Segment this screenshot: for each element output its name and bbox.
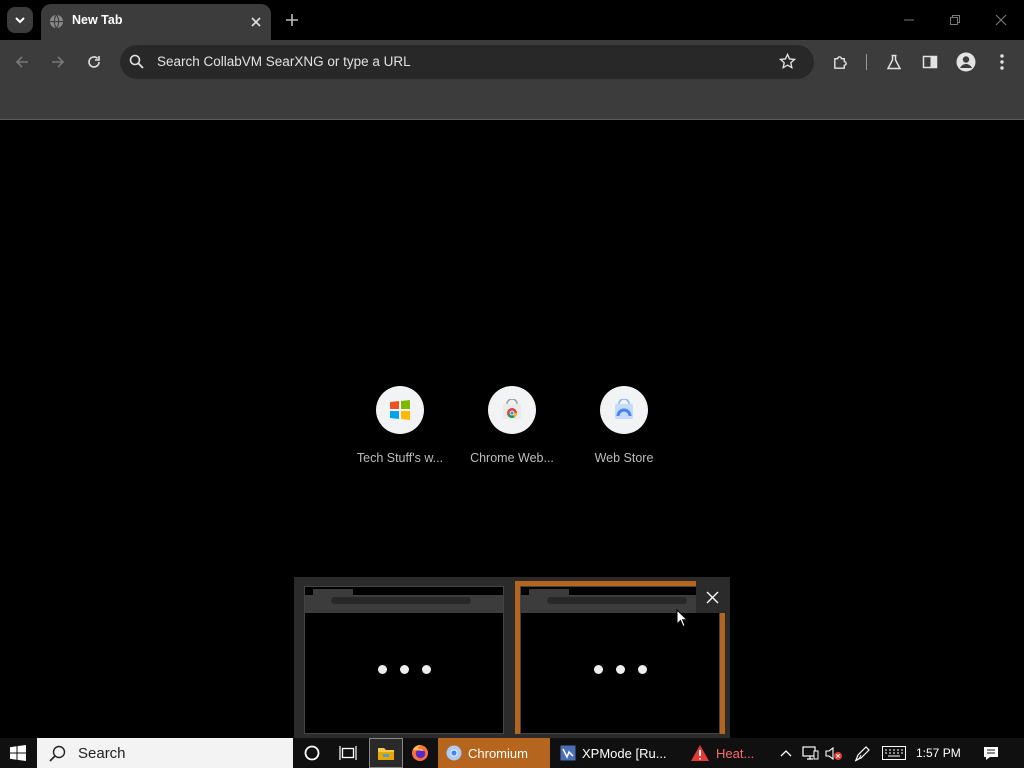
thumbnail-preview xyxy=(304,586,504,734)
side-panel-icon xyxy=(922,55,938,69)
tab-title: New Tab xyxy=(72,13,123,27)
touch-keyboard-button[interactable] xyxy=(881,744,907,762)
back-arrow-icon xyxy=(15,56,28,68)
tab-search-button[interactable] xyxy=(7,7,33,33)
close-icon xyxy=(995,14,1007,26)
shortcut-tile xyxy=(488,386,536,434)
taskbar-app-label: Chromium xyxy=(468,745,528,761)
taskbar-clock[interactable]: 1:57 PM xyxy=(916,746,961,760)
star-icon[interactable] xyxy=(779,53,796,70)
taskbar-thumbnail-popup xyxy=(294,577,730,738)
bookmarks-bar xyxy=(0,84,1024,120)
chevron-down-icon xyxy=(15,17,25,24)
taskbar-search-box[interactable]: Search xyxy=(37,738,293,768)
reload-button[interactable] xyxy=(81,49,107,75)
notification-icon xyxy=(984,746,998,760)
puzzle-icon xyxy=(833,55,847,69)
folder-icon xyxy=(378,747,394,760)
firefox-button[interactable] xyxy=(405,738,435,768)
flask-icon xyxy=(886,54,902,70)
globe-icon xyxy=(49,14,64,29)
mouse-cursor-icon xyxy=(676,609,688,628)
minimize-icon xyxy=(904,19,914,21)
omnibox[interactable]: Search CollabVM SearXNG or type a URL xyxy=(120,45,814,79)
back-button[interactable] xyxy=(9,49,35,75)
web-store-icon xyxy=(615,399,633,419)
chrome-web-store-icon xyxy=(503,399,521,419)
shortcut-tile xyxy=(600,386,648,434)
tab-new-tab[interactable]: New Tab xyxy=(41,4,271,40)
task-view-icon xyxy=(339,746,357,760)
shortcut-label: Web Store xyxy=(594,451,654,465)
pen-icon xyxy=(854,745,870,761)
taskbar-app-heat[interactable]: Heat... xyxy=(682,738,770,768)
volume-tray-button[interactable] xyxy=(825,744,843,762)
search-icon xyxy=(129,54,144,69)
thumbnail-close-button[interactable] xyxy=(696,581,728,613)
start-button[interactable] xyxy=(0,738,36,768)
reload-icon xyxy=(88,56,100,68)
window-thumbnail[interactable] xyxy=(299,581,509,734)
taskbar-app-xpmode[interactable]: XPMode [Ru... xyxy=(552,738,670,768)
windows-taskbar: Search Chromium XPMode [Ru... Heat... 1:… xyxy=(0,738,1024,768)
chevron-up-icon xyxy=(780,750,792,757)
pen-tray-button[interactable] xyxy=(853,744,871,762)
network-icon xyxy=(801,745,818,760)
windows-start-icon xyxy=(10,745,26,761)
file-explorer-button[interactable] xyxy=(369,738,403,768)
task-view-button[interactable] xyxy=(333,738,363,768)
forward-button[interactable] xyxy=(45,49,71,75)
new-tab-button[interactable] xyxy=(281,9,303,31)
cortana-circle-icon xyxy=(304,745,320,761)
firefox-icon xyxy=(412,745,428,761)
toolbar-separator xyxy=(866,54,867,70)
taskbar-app-chromium[interactable]: Chromium xyxy=(438,738,550,768)
forward-arrow-icon xyxy=(52,56,65,68)
volume-muted-icon xyxy=(825,746,842,760)
window-close-button[interactable] xyxy=(987,6,1015,34)
keyboard-icon xyxy=(882,746,906,760)
action-center-button[interactable] xyxy=(982,744,1000,762)
warning-icon xyxy=(691,745,709,761)
shortcut-web-store[interactable]: Web Store xyxy=(568,386,680,476)
xpmode-icon xyxy=(560,745,576,761)
chromium-icon xyxy=(446,745,462,761)
shortcut-chrome-web-store[interactable]: Chrome Web... xyxy=(456,386,568,476)
browser-toolbar: Search CollabVM SearXNG or type a URL xyxy=(0,40,1024,84)
kebab-menu-icon xyxy=(1000,54,1004,70)
shortcut-label: Tech Stuff's w... xyxy=(356,451,444,465)
shortcut-label: Chrome Web... xyxy=(470,451,554,465)
thumbnail-preview xyxy=(520,586,720,734)
side-panel-button[interactable] xyxy=(917,49,943,75)
minimize-button[interactable] xyxy=(895,6,923,34)
show-hidden-icons-button[interactable] xyxy=(777,744,795,762)
taskbar-app-label: Heat... xyxy=(716,745,755,761)
taskbar-app-label: XPMode [Ru... xyxy=(582,745,667,761)
labs-button[interactable] xyxy=(881,49,907,75)
tab-strip: New Tab xyxy=(0,0,1024,40)
window-thumbnail-active[interactable] xyxy=(515,581,725,734)
shortcut-tile xyxy=(376,386,424,434)
close-icon xyxy=(706,591,718,603)
network-tray-button[interactable] xyxy=(801,744,819,762)
profile-button[interactable] xyxy=(953,49,979,75)
restore-icon xyxy=(950,15,960,25)
restore-button[interactable] xyxy=(941,6,969,34)
shortcut-tech-stuff[interactable]: Tech Stuff's w... xyxy=(344,386,456,476)
extensions-button[interactable] xyxy=(827,49,853,75)
windows-logo-icon xyxy=(390,400,410,420)
plus-icon xyxy=(286,14,298,26)
omnibox-placeholder: Search CollabVM SearXNG or type a URL xyxy=(157,54,411,69)
menu-button[interactable] xyxy=(989,49,1015,75)
close-icon xyxy=(251,17,261,27)
tab-close-button[interactable] xyxy=(247,13,265,31)
search-icon xyxy=(49,745,66,762)
taskbar-search-label: Search xyxy=(78,744,126,762)
cortana-button[interactable] xyxy=(297,738,327,768)
profile-icon xyxy=(956,52,976,72)
